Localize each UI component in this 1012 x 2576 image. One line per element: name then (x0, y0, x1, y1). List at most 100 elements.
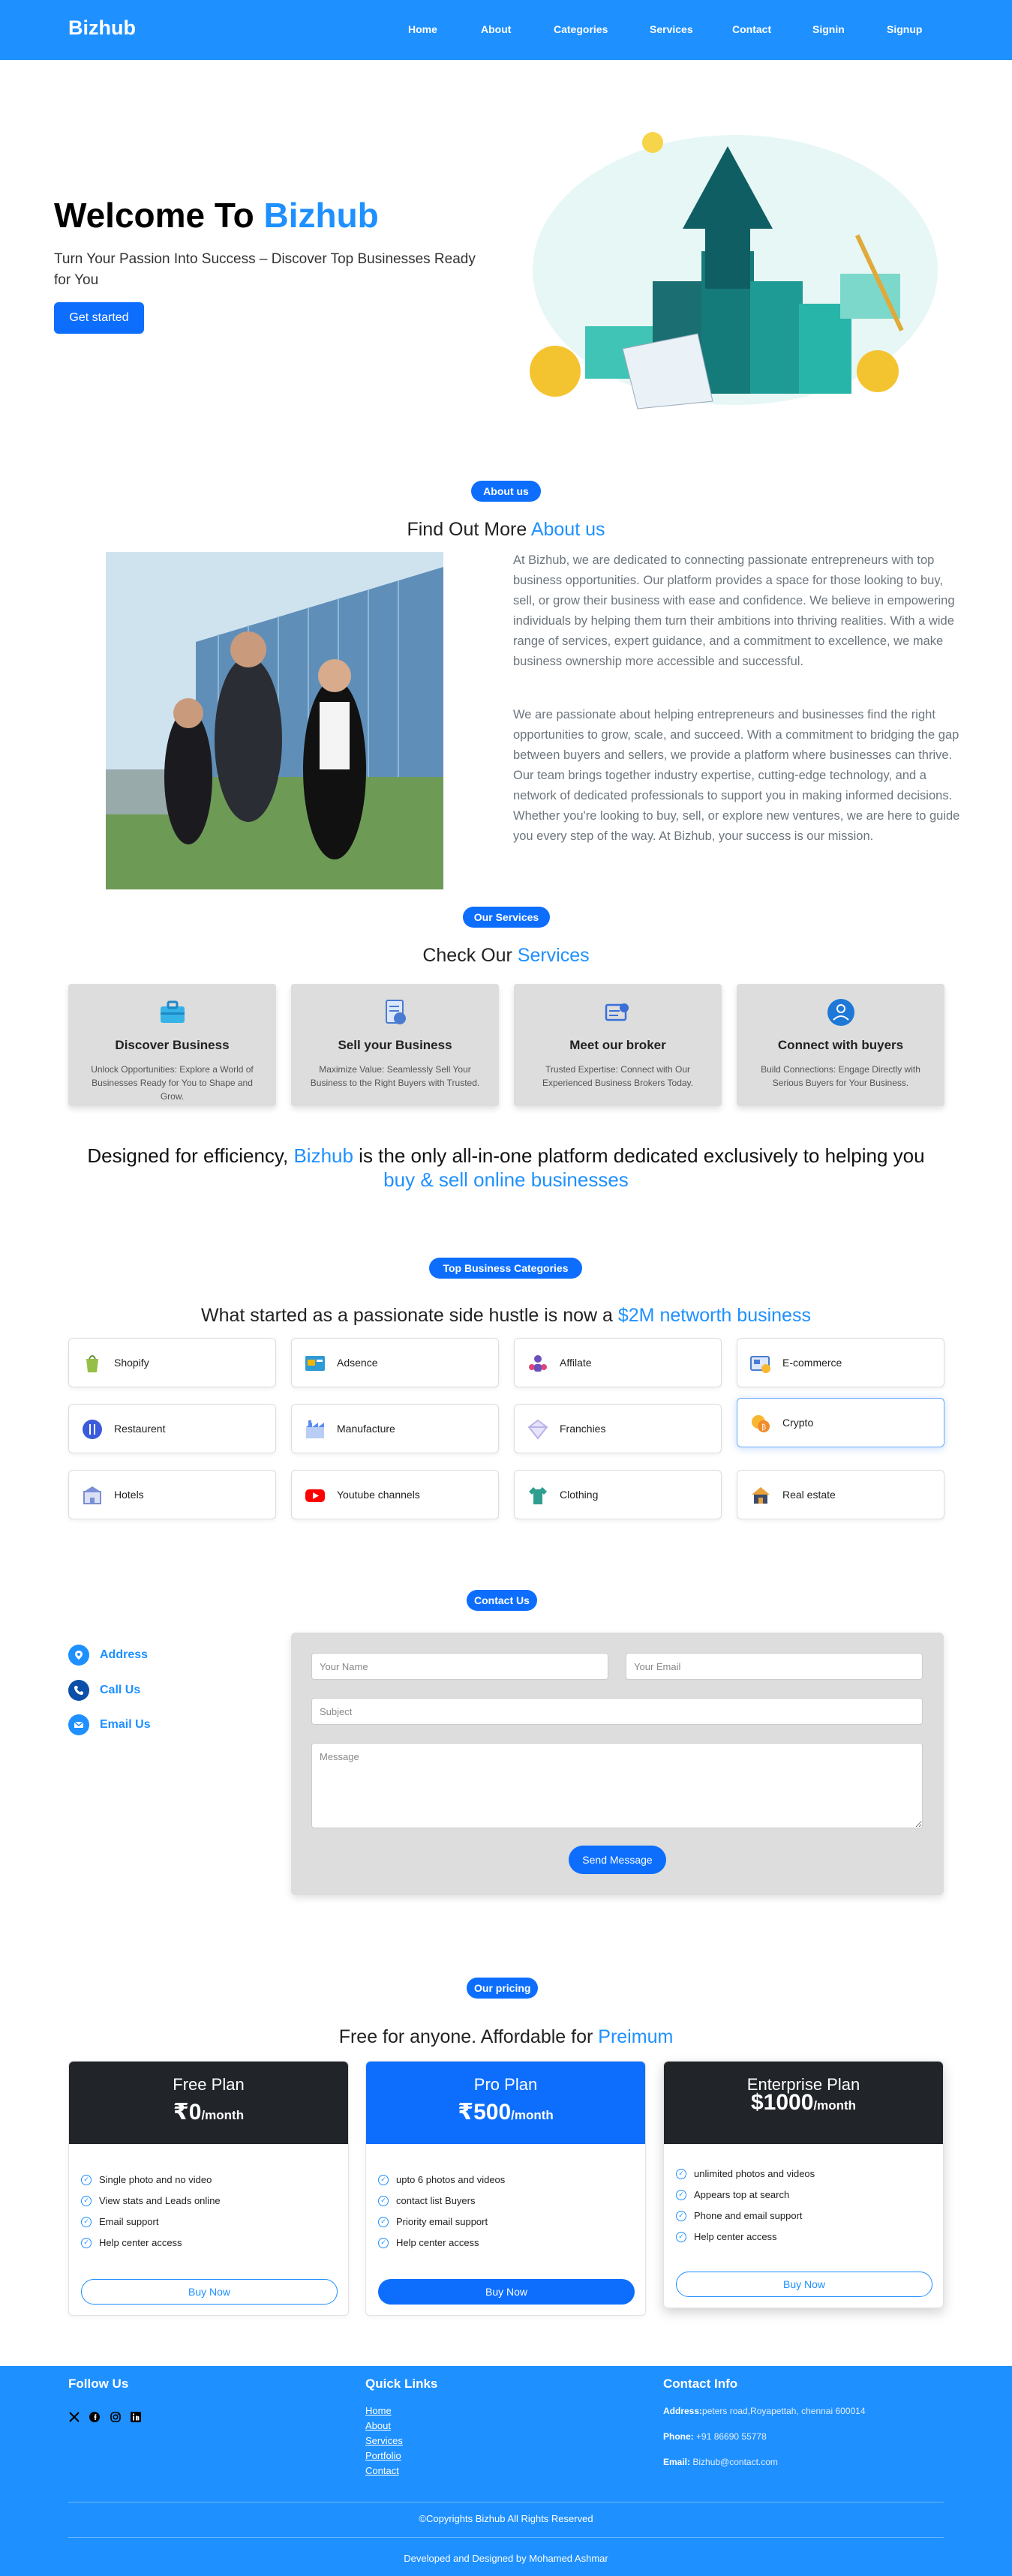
youtube-icon (305, 1489, 325, 1502)
footer-link-contact[interactable]: Contact (365, 2465, 399, 2476)
instagram-icon[interactable] (110, 2411, 122, 2423)
facebook-icon[interactable] (89, 2411, 101, 2423)
footer-phone: Phone: +91 86690 55778 (663, 2431, 767, 2442)
footer-contact-info-title: Contact Info (663, 2377, 738, 2391)
plan-name: Pro Plan (473, 2075, 538, 2094)
nav-home[interactable]: Home (408, 23, 437, 35)
nav-services[interactable]: Services (650, 23, 693, 35)
nav-contact[interactable]: Contact (732, 23, 771, 35)
footer-phone-label: Phone: (663, 2431, 694, 2442)
email-input[interactable] (626, 1653, 923, 1680)
category-label: Shopify (114, 1357, 149, 1369)
category-ecommerce[interactable]: E-commerce (737, 1338, 944, 1387)
category-label: Adsence (337, 1357, 378, 1369)
check-icon: ✓ (81, 2195, 92, 2206)
categories-title-prefix: What started as a passionate side hustle… (201, 1305, 618, 1326)
contact-address-label: Address (100, 1648, 149, 1661)
category-youtube[interactable]: Youtube channels (291, 1470, 499, 1519)
category-label: Affilate (560, 1357, 592, 1369)
get-started-button[interactable]: Get started (54, 302, 144, 334)
footer-link-home[interactable]: Home (365, 2405, 392, 2416)
categories-title: What started as a passionate side hustle… (0, 1305, 1012, 1327)
category-shopify[interactable]: Shopify (68, 1338, 276, 1387)
document-icon (386, 1000, 406, 1024)
footer-email-value: Bizhub@contact.com (690, 2457, 778, 2467)
about-title-accent: About us (530, 519, 605, 540)
category-adsense[interactable]: Adsence (291, 1338, 499, 1387)
services-title: Check Our Services (0, 945, 1012, 967)
category-realestate[interactable]: Real estate (737, 1470, 944, 1519)
buy-now-pro-button[interactable]: Buy Now (378, 2279, 635, 2305)
service-card-discover[interactable]: Discover Business Unlock Opportunities: … (68, 984, 276, 1106)
about-pill: About us (471, 481, 541, 502)
category-restaurant[interactable]: Restaurent (68, 1404, 276, 1453)
service-card-buyers[interactable]: Connect with buyers Build Connections: E… (737, 984, 944, 1106)
plan-feature-text: unlimited photos and videos (694, 2168, 815, 2179)
crypto-icon: ₿ (752, 1415, 770, 1432)
plan-feature: ✓ Help center access (81, 2237, 182, 2248)
site-logo[interactable]: Bizhub (68, 16, 136, 40)
contact-email[interactable]: Email Us (68, 1714, 151, 1735)
service-desc: Build Connections: Engage Directly with … (761, 1064, 920, 1088)
nav-categories[interactable]: Categories (554, 23, 608, 35)
pricing-pill: Our pricing (467, 1978, 539, 1999)
designed-heading: Designed for efficiency, Bizhub is the o… (0, 1144, 1012, 1192)
category-affiliate[interactable]: Affilate (514, 1338, 722, 1387)
footer-developed: Developed and Designed by Mohamed Ashmar (404, 2553, 608, 2564)
category-label: Franchies (560, 1423, 606, 1435)
nav-about[interactable]: About (481, 23, 511, 35)
phone-icon (68, 1680, 89, 1701)
contact-call[interactable]: Call Us (68, 1680, 140, 1701)
category-hotels[interactable]: Hotels (68, 1470, 276, 1519)
plan-feature-text: View stats and Leads online (99, 2195, 221, 2206)
designed-accent-1: Bizhub (293, 1144, 353, 1167)
plan-price: ₹500/month (366, 2099, 645, 2125)
x-twitter-icon[interactable] (68, 2411, 80, 2423)
check-icon: ✓ (676, 2168, 686, 2179)
footer-link-about[interactable]: About (365, 2420, 391, 2431)
franchise-icon (527, 1419, 548, 1440)
footer-follow-title: Follow Us (68, 2377, 129, 2391)
plan-feature-text: Help center access (99, 2237, 182, 2248)
nav-signup[interactable]: Signup (887, 23, 922, 35)
footer-link-services[interactable]: Services (365, 2435, 403, 2446)
subject-input[interactable] (311, 1698, 923, 1725)
linkedin-icon[interactable] (130, 2411, 142, 2423)
buy-now-enterprise-button[interactable]: Buy Now (676, 2272, 932, 2297)
footer-divider (68, 2502, 944, 2503)
plan-feature: ✓ Appears top at search (676, 2189, 789, 2200)
contact-address[interactable]: Address (68, 1645, 148, 1666)
footer-email: Email: Bizhub@contact.com (663, 2457, 778, 2467)
buy-now-free-button[interactable]: Buy Now (81, 2279, 338, 2305)
pricing-title: Free for anyone. Affordable for Preimum (0, 2026, 1012, 2048)
briefcase-icon (161, 1000, 185, 1023)
service-card-broker[interactable]: Meet our broker Trusted Expertise: Conne… (514, 984, 722, 1106)
email-icon (68, 1714, 89, 1735)
category-label: Hotels (114, 1489, 144, 1501)
send-message-button[interactable]: Send Message (569, 1846, 666, 1874)
about-title-prefix: Find Out More (407, 519, 531, 540)
category-clothing[interactable]: Clothing (514, 1470, 722, 1519)
category-manufacture[interactable]: Manufacture (291, 1404, 499, 1453)
plan-header: Free Plan ₹0/month (69, 2062, 348, 2144)
pricing-title-accent: Preimum (598, 2026, 674, 2047)
about-paragraph-2: We are passionate about helping entrepre… (513, 708, 960, 843)
contact-form: Send Message (291, 1633, 944, 1895)
footer-copyright: ©Copyrights Bizhub All Rights Reserved (419, 2513, 593, 2524)
category-franchise[interactable]: Franchies (514, 1404, 722, 1453)
service-card-sell[interactable]: Sell your Business Maximize Value: Seaml… (291, 984, 499, 1106)
plan-feature: ✓ unlimited photos and videos (676, 2168, 815, 2179)
footer-email-label: Email: (663, 2457, 691, 2467)
name-input[interactable] (311, 1653, 608, 1680)
restaurant-icon (83, 1420, 102, 1439)
footer-link-portfolio[interactable]: Portfolio (365, 2450, 401, 2461)
footer-quick-links-title: Quick Links (365, 2377, 438, 2391)
service-desc: Unlock Opportunities: Explore a World of… (91, 1064, 254, 1102)
realestate-icon (752, 1487, 770, 1504)
nav-signin[interactable]: Signin (812, 23, 845, 35)
plan-feature-text: upto 6 photos and videos (396, 2174, 506, 2185)
message-input[interactable] (311, 1743, 923, 1828)
contact-call-label: Call Us (100, 1684, 141, 1696)
affiliate-icon (529, 1355, 547, 1372)
category-crypto[interactable]: ₿ Crypto (737, 1398, 944, 1447)
